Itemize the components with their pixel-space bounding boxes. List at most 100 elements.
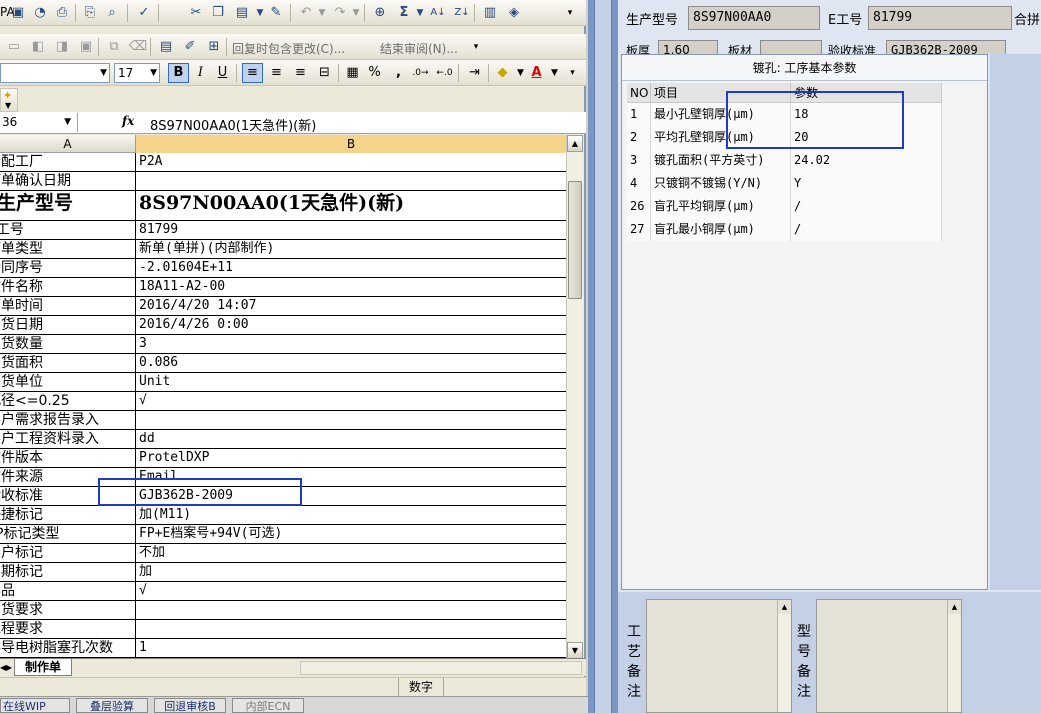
sheet-row[interactable]: 孔径<=0.25 √ bbox=[0, 392, 566, 411]
chart-wizard-icon[interactable]: ▥ bbox=[480, 3, 500, 23]
new-comment-icon[interactable]: ▭ bbox=[4, 37, 24, 57]
cell-label[interactable]: 工程要求 bbox=[0, 620, 136, 638]
drawing-icon[interactable]: ◈ bbox=[504, 3, 524, 23]
toolbar-options-icon[interactable]: ▾ bbox=[466, 37, 486, 57]
print-icon[interactable]: ⎙ bbox=[52, 3, 72, 23]
model-field[interactable]: 8S97N00AA0 bbox=[688, 6, 820, 30]
param-row[interactable]: 27 盲孔最小铜厚(μm) / bbox=[627, 218, 942, 241]
sheet-row[interactable]: 客户工程资料录入 dd bbox=[0, 430, 566, 449]
italic-button[interactable]: I bbox=[190, 63, 211, 83]
taskbar-item-stackup[interactable]: 叠层验算 bbox=[76, 698, 148, 713]
param-item[interactable]: 镀孔面积(平方英寸) bbox=[651, 149, 791, 172]
thickness-field[interactable]: 1.60 bbox=[658, 40, 718, 54]
show-all-comments-icon[interactable]: ⧉ bbox=[104, 37, 124, 57]
cell-label[interactable]: 下单时间 bbox=[0, 297, 136, 315]
taskbar-item-internal-ecn[interactable]: 内部ECN bbox=[232, 698, 304, 713]
sheet-row[interactable]: 样品 √ bbox=[0, 582, 566, 601]
decrease-decimal-icon[interactable]: ←.0 bbox=[434, 63, 455, 83]
chevron-down-icon[interactable]: ▼ bbox=[5, 101, 11, 110]
vertical-scrollbar[interactable]: ▲ ▼ bbox=[566, 135, 583, 660]
scroll-up-icon[interactable]: ▲ bbox=[778, 600, 791, 614]
sheet-row[interactable]: 工程要求 bbox=[0, 620, 566, 639]
autosum-dropdown-icon[interactable]: ▼ bbox=[410, 3, 430, 23]
scroll-down-icon[interactable]: ▼ bbox=[567, 642, 583, 659]
fx-icon[interactable]: fx bbox=[122, 114, 134, 128]
chevron-down-icon[interactable]: ▼ bbox=[64, 113, 71, 132]
param-no[interactable]: 2 bbox=[627, 126, 651, 149]
cell-label[interactable]: 交货日期 bbox=[0, 316, 136, 334]
font-name-select[interactable]: ▼ bbox=[0, 63, 110, 83]
copy-icon[interactable]: ❐ bbox=[208, 3, 228, 23]
column-header-a[interactable]: A bbox=[0, 135, 136, 153]
sort-ascending-icon[interactable]: A↓ bbox=[428, 3, 448, 23]
cell-label[interactable]: E工号 bbox=[0, 221, 136, 239]
cell-label[interactable]: 交货面积 bbox=[0, 354, 136, 372]
align-right-icon[interactable]: ≡ bbox=[290, 63, 311, 83]
redo-dropdown-icon[interactable]: ▼ bbox=[346, 3, 366, 23]
model-note-textarea[interactable]: ▲ bbox=[816, 599, 962, 713]
align-center-icon[interactable]: ≡ bbox=[266, 63, 287, 83]
header-no[interactable]: NO bbox=[627, 83, 651, 103]
edit-comment-icon[interactable]: ✐ bbox=[180, 37, 200, 57]
sheet-row[interactable]: 交货日期 2016/4/26 0:00 bbox=[0, 316, 566, 335]
sheet-row[interactable]: 订单类型 新单(单拼)(内部制作) bbox=[0, 240, 566, 259]
cell-label[interactable]: 客户需求报告录入 bbox=[0, 411, 136, 429]
font-size-select[interactable]: 17 ▼ bbox=[114, 63, 160, 83]
cell-label[interactable]: 快捷标记 bbox=[0, 506, 136, 524]
prev-comment-icon[interactable]: ◧ bbox=[28, 37, 48, 57]
indent-icon[interactable]: ⇥ bbox=[464, 63, 485, 83]
cell-value[interactable]: √ bbox=[137, 392, 566, 410]
sheet-row[interactable]: FP标记类型 FP+E档案号+94V(可选) bbox=[0, 525, 566, 544]
sheet-row[interactable]: 下单时间 2016/4/20 14:07 bbox=[0, 297, 566, 316]
sheet-row[interactable]: 合同序号 -2.01604E+11 bbox=[0, 259, 566, 278]
sort-descending-icon[interactable]: Z↓ bbox=[452, 3, 472, 23]
cell-value[interactable]: Unit bbox=[137, 373, 566, 391]
cell-label[interactable]: 生产型号 bbox=[0, 191, 136, 220]
material-field[interactable] bbox=[760, 40, 822, 54]
cell-value[interactable]: FP+E档案号+94V(可选) bbox=[137, 525, 566, 543]
cell-value[interactable]: 8S97N00AA0(1天急件)(新) bbox=[137, 191, 566, 220]
param-value[interactable]: 24.02 bbox=[791, 149, 942, 172]
param-row[interactable]: 3 镀孔面积(平方英寸) 24.02 bbox=[627, 149, 942, 172]
cell-value[interactable]: 18A11-A2-00 bbox=[137, 278, 566, 296]
param-no[interactable]: 26 bbox=[627, 195, 651, 218]
param-no[interactable]: 4 bbox=[627, 172, 651, 195]
comma-button[interactable]: , bbox=[388, 63, 409, 83]
paste-icon[interactable]: ▤ bbox=[232, 3, 252, 23]
cell-value[interactable]: 81799 bbox=[137, 221, 566, 239]
format-painter-icon[interactable]: ✎ bbox=[266, 3, 286, 23]
splitter-bar[interactable] bbox=[594, 0, 612, 713]
sheet-row[interactable]: 分配工厂 P2A bbox=[0, 153, 566, 172]
param-no[interactable]: 1 bbox=[627, 103, 651, 126]
cell-label[interactable]: 订单类型 bbox=[0, 240, 136, 258]
sheet-row[interactable]: 周期标记 加 bbox=[0, 563, 566, 582]
cell-value[interactable]: ProtelDXP bbox=[137, 449, 566, 467]
cell-value[interactable] bbox=[137, 172, 566, 190]
track-changes-icon[interactable]: ▤ bbox=[156, 37, 176, 57]
cell-label[interactable]: 孔径<=0.25 bbox=[0, 392, 136, 410]
cell-value[interactable]: 2016/4/20 14:07 bbox=[137, 297, 566, 315]
formula-input[interactable]: 8S97N00AA0(1天急件)(新) bbox=[150, 115, 316, 134]
cell-label[interactable]: 合同序号 bbox=[0, 259, 136, 277]
acceptance-field[interactable]: GJB362B-2009 bbox=[886, 40, 1006, 54]
underline-button[interactable]: U bbox=[212, 63, 233, 83]
cell-label[interactable]: 订单确认日期 bbox=[0, 172, 136, 190]
sheet-row[interactable]: 客户需求报告录入 bbox=[0, 411, 566, 430]
scroll-up-icon[interactable]: ▲ bbox=[567, 135, 583, 152]
param-item[interactable]: 盲孔最小铜厚(μm) bbox=[651, 218, 791, 241]
currency-icon[interactable]: ▦ bbox=[342, 63, 363, 83]
cell-label[interactable]: 文件版本 bbox=[0, 449, 136, 467]
undo-dropdown-icon[interactable]: ▼ bbox=[312, 3, 332, 23]
memo-scrollbar[interactable]: ▲ bbox=[777, 600, 791, 712]
param-row[interactable]: 4 只镀铜不镀锡(Y/N) Y bbox=[627, 172, 942, 195]
sheet-row[interactable]: 交货数量 3 bbox=[0, 335, 566, 354]
process-note-textarea[interactable]: ▲ bbox=[646, 599, 792, 713]
bold-button[interactable]: B bbox=[168, 63, 189, 83]
show-comment-icon[interactable]: ▣ bbox=[76, 37, 96, 57]
sheet-row[interactable]: 快捷标记 加(M11) bbox=[0, 506, 566, 525]
delete-comment-icon[interactable]: ⌫ bbox=[128, 37, 148, 57]
name-box[interactable]: 36 ▼ bbox=[0, 113, 78, 132]
cell-value[interactable]: 0.086 bbox=[137, 354, 566, 372]
hyperlink-icon[interactable]: ⊕ bbox=[370, 3, 390, 23]
percent-button[interactable]: % bbox=[364, 63, 385, 83]
